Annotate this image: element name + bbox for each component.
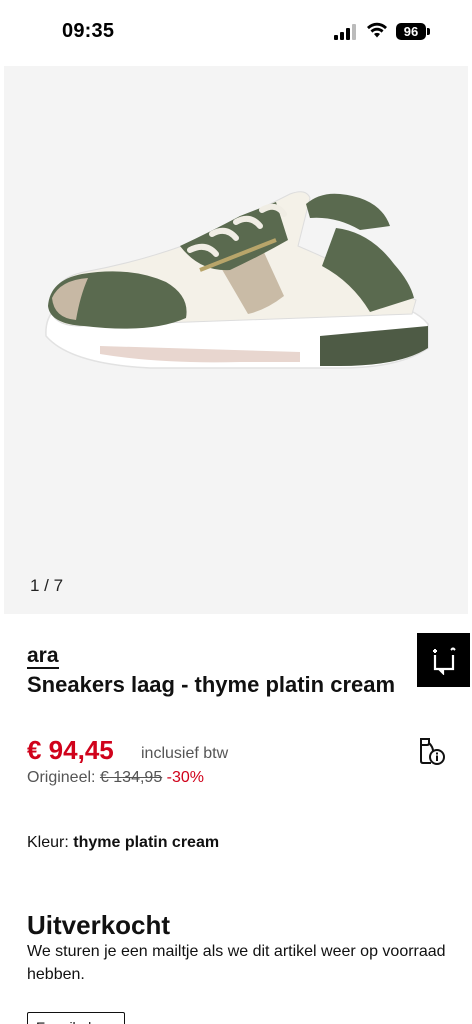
status-bar: 09:35 96 xyxy=(0,0,472,64)
sneaker-image xyxy=(45,191,429,369)
color-value: thyme platin cream xyxy=(73,834,220,851)
color-row: Kleur: thyme platin cream xyxy=(27,834,219,852)
product-title: Sneakers laag - thyme platin cream xyxy=(27,672,396,697)
product-image-gallery[interactable]: 1 / 7 xyxy=(4,66,468,614)
gallery-counter: 1 / 7 xyxy=(30,576,64,595)
email-input[interactable]: E-mailadres xyxy=(27,1012,125,1024)
battery-tip xyxy=(427,28,430,35)
battery-level: 96 xyxy=(396,23,426,40)
status-time: 09:35 xyxy=(62,20,115,42)
signal-icon xyxy=(334,24,356,40)
compare-icon xyxy=(432,647,456,675)
discount-badge: -30% xyxy=(166,769,205,786)
color-label: Kleur: xyxy=(27,834,69,851)
notify-message: We sturen je een mailtje als we dit arti… xyxy=(27,943,446,983)
original-price-row: Origineel: € 134,95 -30% xyxy=(27,769,204,787)
original-label: Origineel: xyxy=(27,769,96,786)
price-info-icon[interactable] xyxy=(415,735,447,767)
compare-button[interactable] xyxy=(417,633,470,687)
sold-out-heading: Uitverkocht xyxy=(27,910,171,940)
brand-link[interactable]: ara xyxy=(27,645,59,669)
product-price: € 94,45 xyxy=(27,735,114,765)
wifi-icon xyxy=(367,22,387,38)
vat-note: inclusief btw xyxy=(141,745,229,762)
battery-icon: 96 xyxy=(396,23,430,40)
original-price: € 134,95 xyxy=(99,769,163,786)
